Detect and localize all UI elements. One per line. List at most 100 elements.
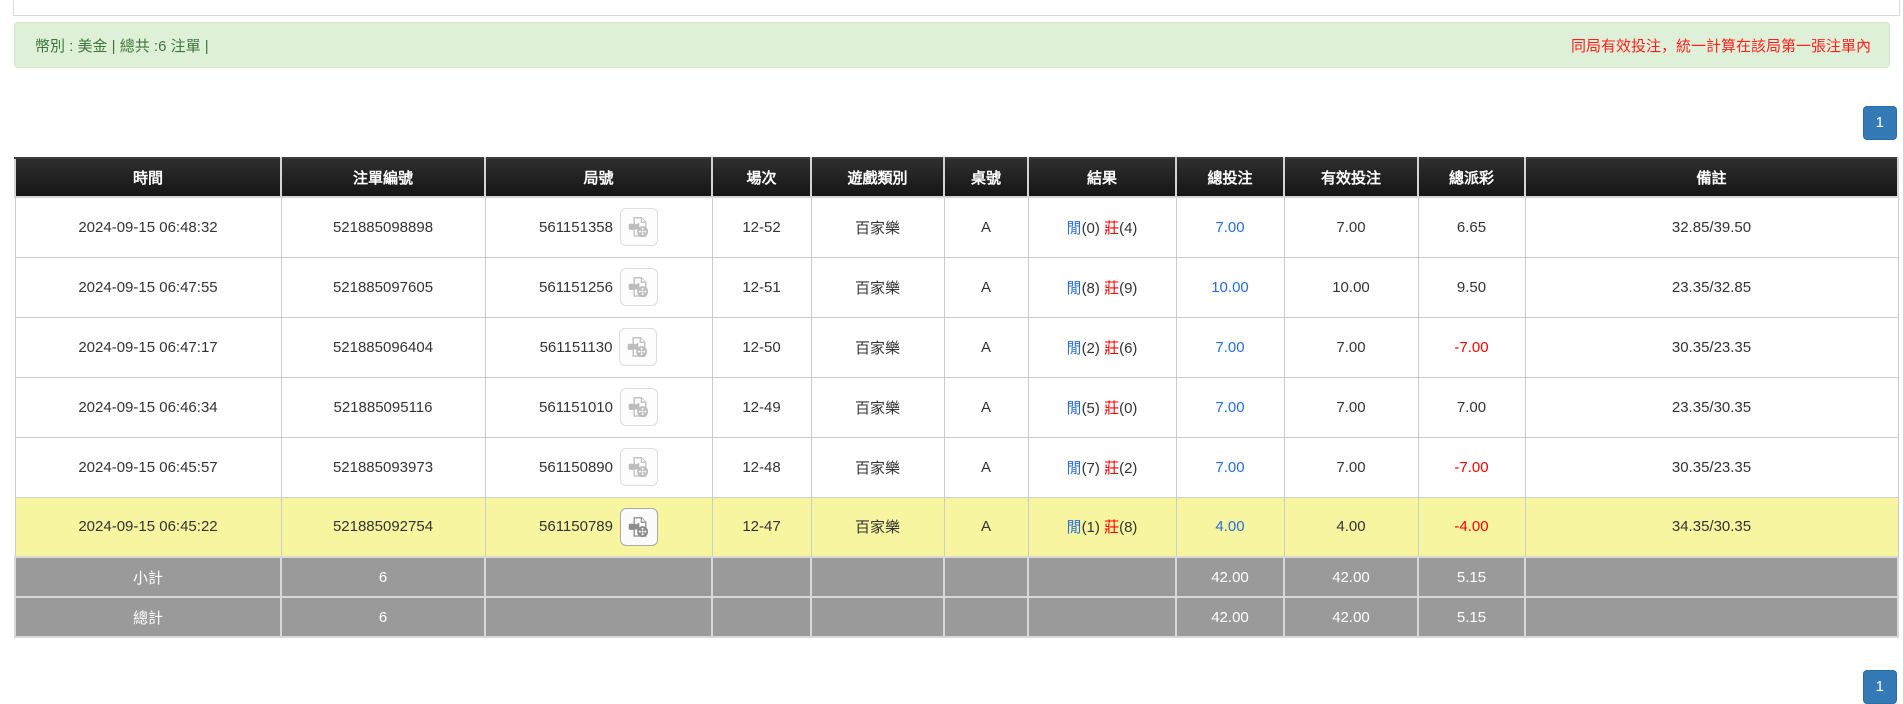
- table-row: 2024-09-15 06:48:32 521885098898 5611513…: [14, 196, 1899, 258]
- page-1-button[interactable]: 1: [1862, 670, 1897, 704]
- session-cell: 12-48: [711, 436, 812, 498]
- table-code-cell: A: [943, 436, 1029, 498]
- table-row: 2024-09-15 06:45:22 521885092754 5611507…: [14, 496, 1899, 558]
- player-result-label: 閒: [1066, 459, 1082, 477]
- banker-result-score: (9): [1119, 279, 1138, 297]
- summary-banner: 幣別 : 美金 | 總共 :6 注單 | 同局有效投注，統一計算在該局第一張注單…: [14, 22, 1890, 68]
- col-header-remark: 備註: [1524, 157, 1899, 198]
- total-bet-cell[interactable]: 7.00: [1175, 376, 1285, 438]
- banker-result-label: 莊: [1104, 459, 1120, 477]
- video-replay-button[interactable]: [619, 448, 658, 486]
- table-code-cell: A: [943, 376, 1029, 438]
- round-id-cell: 561151010: [484, 376, 713, 438]
- pagination-bottom: 1: [0, 670, 1903, 704]
- summary-valid-bet-cell: 42.00: [1283, 556, 1419, 598]
- round-id-cell: 561150789: [484, 496, 713, 558]
- banker-result-label: 莊: [1104, 339, 1120, 357]
- bet-id-cell: 521885097605: [280, 256, 486, 318]
- bet-id-cell: 521885092754: [280, 496, 486, 558]
- summary-valid-bet-cell: 42.00: [1283, 596, 1419, 638]
- video-replay-button[interactable]: [619, 208, 658, 247]
- total-bet-cell[interactable]: 7.00: [1175, 196, 1285, 258]
- banker-result-score: (0): [1119, 399, 1138, 417]
- payout-cell: 7.00: [1417, 376, 1526, 438]
- summary-payout-cell: 5.15: [1417, 556, 1526, 598]
- banker-result-score: (4): [1119, 219, 1138, 237]
- result-cell: 閒(5) 莊(0): [1027, 376, 1177, 438]
- col-header-game-type: 遊戲類別: [810, 157, 945, 198]
- player-result-label: 閒: [1066, 219, 1082, 237]
- session-cell: 12-49: [711, 376, 812, 438]
- page-1-button[interactable]: 1: [1862, 106, 1897, 140]
- table-code-cell: A: [943, 196, 1029, 258]
- col-header-table: 桌號: [943, 157, 1029, 198]
- player-result-label: 閒: [1066, 339, 1082, 357]
- round-id-text: 561151130: [539, 338, 613, 356]
- player-result-score: (0): [1081, 219, 1100, 237]
- payout-cell: 6.65: [1417, 196, 1526, 258]
- summary-label-cell: 小計: [14, 556, 282, 598]
- video-file-icon: [628, 217, 649, 238]
- video-replay-button[interactable]: [619, 388, 658, 426]
- payout-cell: -4.00: [1417, 496, 1526, 558]
- round-id-cell: 561151256: [484, 256, 713, 318]
- summary-count-cell: 6: [280, 596, 486, 638]
- valid-bet-cell: 7.00: [1283, 436, 1419, 498]
- payout-cell: -7.00: [1417, 316, 1526, 378]
- game-type-cell: 百家樂: [810, 256, 945, 318]
- collapsed-panel-bottom: [13, 0, 1900, 16]
- total-bet-cell[interactable]: 7.00: [1175, 316, 1285, 378]
- col-header-result: 結果: [1027, 157, 1177, 198]
- video-replay-button[interactable]: [619, 328, 658, 366]
- session-cell: 12-50: [711, 316, 812, 378]
- game-type-cell: 百家樂: [810, 316, 945, 378]
- round-id-cell: 561150890: [484, 436, 713, 498]
- valid-bet-cell: 7.00: [1283, 376, 1419, 438]
- time-cell: 2024-09-15 06:45:22: [14, 496, 282, 558]
- round-id-text: 561151010: [539, 398, 613, 416]
- table-code-cell: A: [943, 496, 1029, 558]
- player-result-score: (7): [1081, 459, 1100, 477]
- session-cell: 12-47: [711, 496, 812, 558]
- round-id-cell: 561151358: [484, 196, 713, 258]
- bet-id-cell: 521885093973: [280, 436, 486, 498]
- banker-result-label: 莊: [1104, 399, 1120, 417]
- table-code-cell: A: [943, 256, 1029, 318]
- player-result-label: 閒: [1066, 519, 1082, 537]
- video-file-icon: [628, 337, 648, 358]
- round-id-text: 561150890: [539, 458, 613, 476]
- time-cell: 2024-09-15 06:48:32: [14, 196, 282, 258]
- summary-row: 總計 6 42.00 42.00 5.15: [14, 596, 1899, 638]
- player-result-score: (8): [1081, 279, 1100, 297]
- col-header-valid-bet: 有效投注: [1283, 157, 1419, 198]
- bet-id-cell: 521885096404: [280, 316, 486, 378]
- currency-summary-text: 幣別 : 美金 | 總共 :6 注單 |: [35, 37, 209, 55]
- col-header-total-bet: 總投注: [1175, 157, 1285, 198]
- session-cell: 12-52: [711, 196, 812, 258]
- banker-result-score: (8): [1119, 519, 1138, 537]
- total-bet-cell[interactable]: 10.00: [1175, 256, 1285, 318]
- total-bet-cell[interactable]: 4.00: [1175, 496, 1285, 558]
- player-result-score: (2): [1081, 339, 1100, 357]
- round-id-text: 561151256: [539, 278, 613, 296]
- remark-cell: 23.35/30.35: [1524, 376, 1899, 438]
- result-cell: 閒(1) 莊(8): [1027, 496, 1177, 558]
- remark-cell: 30.35/23.35: [1524, 316, 1899, 378]
- summary-total-bet-cell: 42.00: [1175, 596, 1285, 638]
- time-cell: 2024-09-15 06:47:55: [14, 256, 282, 318]
- banker-result-score: (6): [1119, 339, 1138, 357]
- result-cell: 閒(2) 莊(6): [1027, 316, 1177, 378]
- player-result-score: (5): [1081, 399, 1100, 417]
- banker-result-label: 莊: [1104, 519, 1120, 537]
- col-header-session: 場次: [711, 157, 812, 198]
- banker-result-score: (2): [1119, 459, 1138, 477]
- table-row: 2024-09-15 06:46:34 521885095116 5611510…: [14, 376, 1899, 438]
- total-bet-cell[interactable]: 7.00: [1175, 436, 1285, 498]
- table-code-cell: A: [943, 316, 1029, 378]
- valid-bet-cell: 7.00: [1283, 316, 1419, 378]
- game-type-cell: 百家樂: [810, 196, 945, 258]
- video-file-icon: [628, 397, 649, 418]
- video-replay-button[interactable]: [619, 507, 658, 546]
- video-replay-button[interactable]: [619, 268, 658, 306]
- valid-bet-note-text: 同局有效投注，統一計算在該局第一張注單內: [1570, 37, 1871, 55]
